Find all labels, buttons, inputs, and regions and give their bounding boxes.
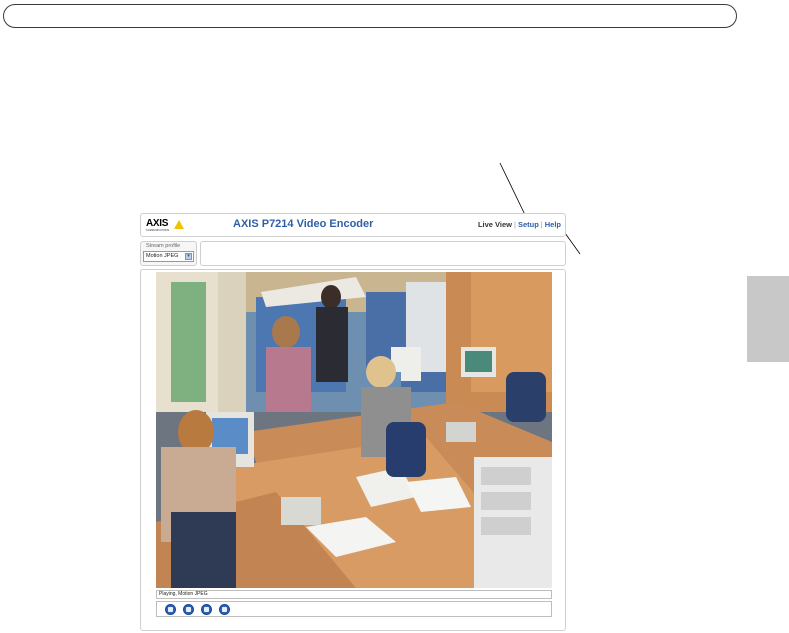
callout-line-setup bbox=[499, 162, 528, 220]
stop-icon[interactable] bbox=[165, 604, 176, 615]
axis-logo: AXIS COMMUNICATIONS bbox=[146, 219, 184, 232]
nav-setup[interactable]: Setup bbox=[518, 220, 539, 229]
fullscreen-icon[interactable] bbox=[219, 604, 230, 615]
page-title: AXIS P7214 Video Encoder bbox=[233, 218, 374, 230]
audio-icon[interactable] bbox=[201, 604, 212, 615]
stream-profile-panel: Stream profile Motion JPEG ▾ bbox=[140, 241, 197, 266]
logo-triangle-icon bbox=[174, 220, 184, 229]
toolbar-panel bbox=[200, 241, 566, 266]
nav-separator: | bbox=[513, 220, 516, 229]
playback-controls bbox=[156, 601, 552, 617]
logo-subtext: COMMUNICATIONS bbox=[146, 229, 170, 232]
chevron-down-icon[interactable]: ▾ bbox=[185, 253, 192, 260]
nav-live-view[interactable]: Live View bbox=[478, 220, 512, 229]
top-nav: Live View | Setup | Help bbox=[478, 220, 561, 229]
nav-help[interactable]: Help bbox=[545, 220, 561, 229]
chapter-tab bbox=[747, 276, 789, 362]
nav-separator: | bbox=[540, 220, 543, 229]
stream-profile-label: Stream profile bbox=[146, 243, 181, 249]
video-stream[interactable] bbox=[156, 272, 552, 588]
header-rule bbox=[3, 4, 737, 28]
snapshot-icon[interactable] bbox=[183, 604, 194, 615]
live-view-panel: Playing, Motion JPEG bbox=[140, 269, 566, 631]
stream-profile-value: Motion JPEG bbox=[146, 253, 179, 259]
video-frame-image bbox=[156, 272, 552, 588]
status-bar: Playing, Motion JPEG bbox=[156, 590, 552, 599]
page-header: AXIS COMMUNICATIONS AXIS P7214 Video Enc… bbox=[140, 213, 566, 237]
stream-profile-select[interactable]: Motion JPEG ▾ bbox=[143, 251, 194, 262]
